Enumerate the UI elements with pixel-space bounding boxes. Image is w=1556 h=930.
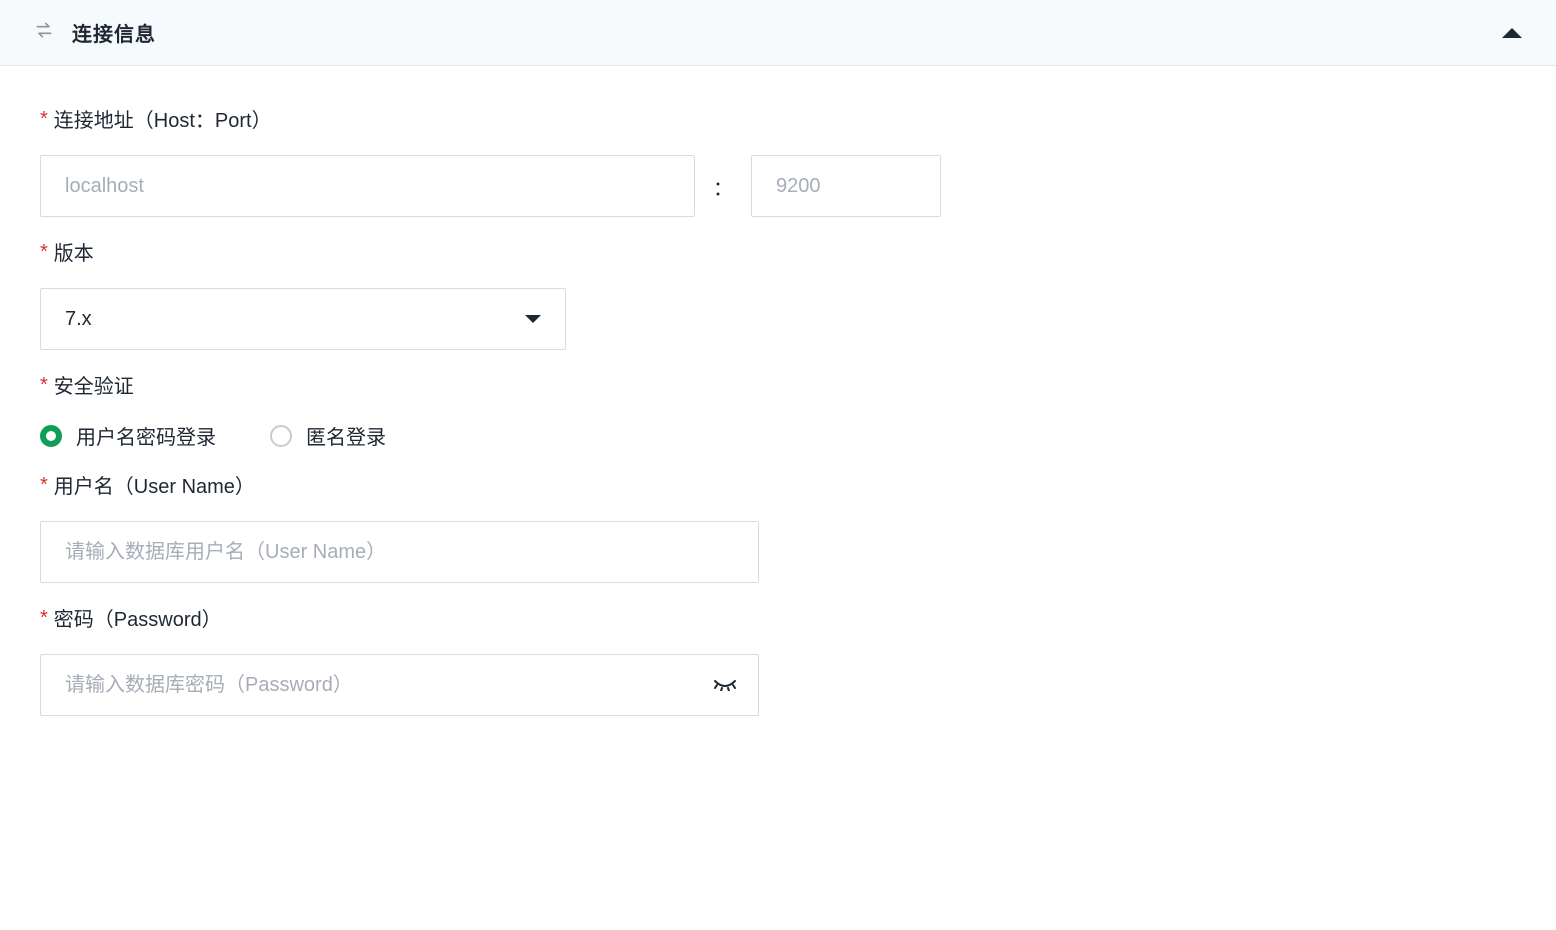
panel-header-left: 连接信息 xyxy=(34,18,156,47)
port-input[interactable] xyxy=(751,155,941,217)
field-password-label: * 密码（Password） xyxy=(40,603,1516,632)
hostport-separator: ： xyxy=(713,172,733,201)
version-selected: 7.x xyxy=(65,308,92,331)
field-auth: * 安全验证 用户名密码登录 匿名登录 xyxy=(40,370,1516,450)
required-star: * xyxy=(40,608,48,628)
password-input[interactable] xyxy=(40,654,759,716)
field-host: * 连接地址（Host：Port） ： xyxy=(40,104,1516,217)
chevron-up-icon[interactable] xyxy=(1502,28,1522,38)
field-password: * 密码（Password） xyxy=(40,603,1516,716)
field-host-label: * 连接地址（Host：Port） xyxy=(40,104,1516,133)
radio-userpass[interactable]: 用户名密码登录 xyxy=(40,421,216,450)
required-star: * xyxy=(40,375,48,395)
username-input[interactable] xyxy=(40,521,759,583)
radio-userpass-label: 用户名密码登录 xyxy=(76,421,216,450)
host-input[interactable] xyxy=(40,155,695,217)
password-wrap xyxy=(40,654,759,716)
panel-body: * 连接地址（Host：Port） ： * 版本 7.x * 安全验证 xyxy=(0,66,1556,776)
required-star: * xyxy=(40,242,48,262)
radio-anonymous[interactable]: 匿名登录 xyxy=(270,421,386,450)
radio-checked-icon xyxy=(40,425,62,447)
label-text: 用户名（User Name） xyxy=(54,470,255,499)
required-star: * xyxy=(40,109,48,129)
field-username: * 用户名（User Name） xyxy=(40,470,1516,583)
label-text: 连接地址（Host：Port） xyxy=(54,104,272,133)
radio-unchecked-icon xyxy=(270,425,292,447)
field-version: * 版本 7.x xyxy=(40,237,1516,350)
eye-closed-icon[interactable] xyxy=(713,679,737,691)
chevron-down-icon xyxy=(525,315,541,323)
panel-title: 连接信息 xyxy=(72,18,156,47)
field-username-label: * 用户名（User Name） xyxy=(40,470,1516,499)
label-text: 密码（Password） xyxy=(54,603,222,632)
label-text: 安全验证 xyxy=(54,370,134,399)
version-select[interactable]: 7.x xyxy=(40,288,566,350)
hostport-row: ： xyxy=(40,155,1516,217)
radio-anonymous-label: 匿名登录 xyxy=(306,421,386,450)
required-star: * xyxy=(40,475,48,495)
field-auth-label: * 安全验证 xyxy=(40,370,1516,399)
field-version-label: * 版本 xyxy=(40,237,1516,266)
panel-header[interactable]: 连接信息 xyxy=(0,0,1556,66)
swap-icon xyxy=(34,20,54,45)
label-text: 版本 xyxy=(54,237,94,266)
auth-radio-row: 用户名密码登录 匿名登录 xyxy=(40,421,1516,450)
